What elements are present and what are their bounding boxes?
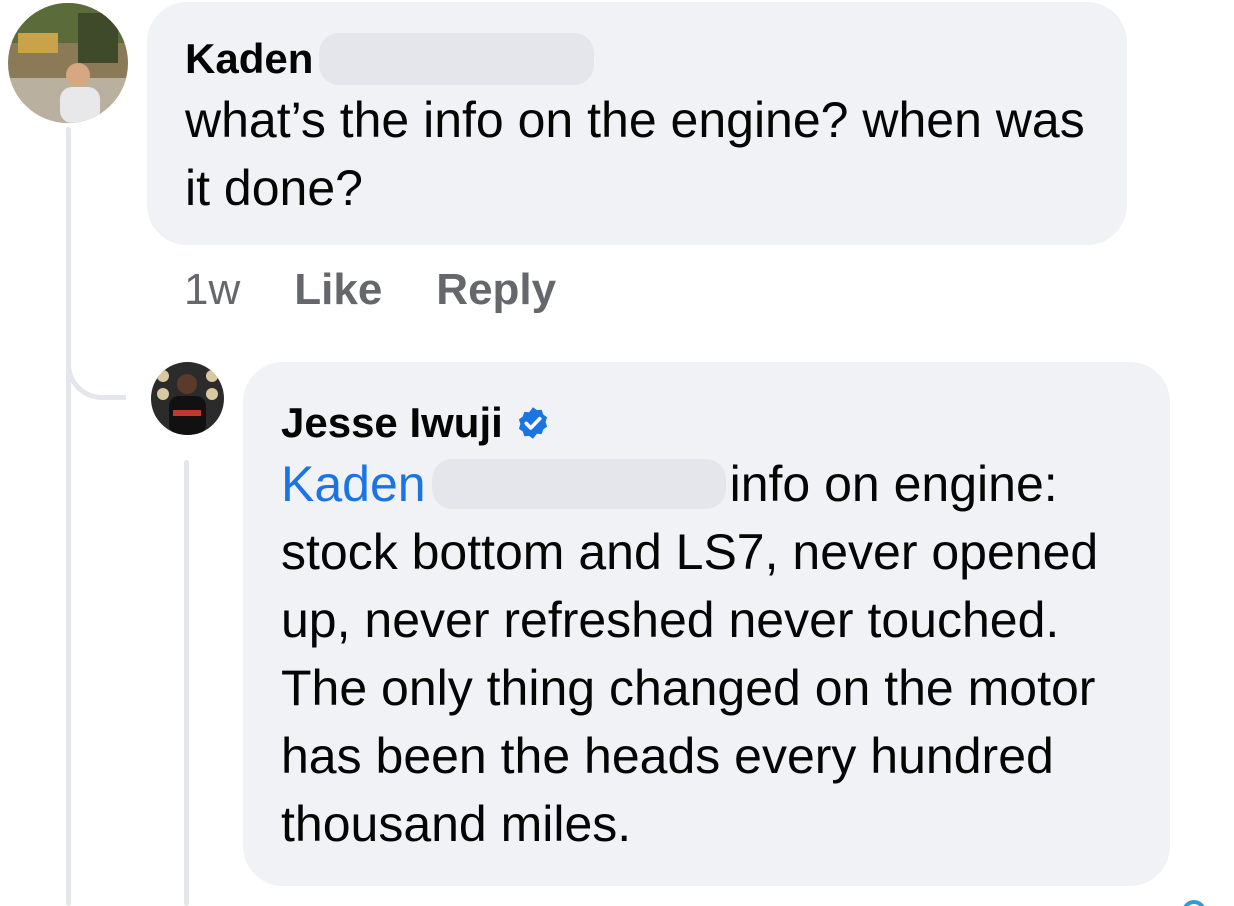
mention-link[interactable]: Kaden	[281, 456, 426, 512]
reply-bubble: Jesse Iwuji Kaden info on engine: stock b…	[243, 362, 1170, 886]
comment-actions: 1w Like Reply	[184, 262, 610, 318]
reply-author: Jesse Iwuji	[281, 396, 1132, 450]
reply-connector-line	[184, 460, 189, 906]
thread-connector-curve	[66, 300, 126, 400]
reply-text: info on engine: stock bottom and LS7, ne…	[281, 456, 1099, 852]
like-button[interactable]: Like	[294, 262, 382, 318]
avatar-kaden-image	[8, 3, 128, 123]
reply-button[interactable]: Reply	[436, 262, 556, 318]
comment-author: Kaden	[185, 32, 1089, 86]
avatar-kaden[interactable]	[8, 3, 128, 123]
reply-text-block: Kaden info on engine: stock bottom and LS…	[281, 450, 1132, 858]
avatar-jesse[interactable]	[151, 362, 224, 435]
comment-author-name[interactable]: Kaden	[185, 32, 313, 86]
thread-connector-line	[66, 127, 71, 906]
redacted-mention-surname	[431, 458, 726, 509]
comment-text: what’s the info on the engine? when was …	[185, 92, 1085, 216]
verified-badge-icon	[515, 405, 551, 441]
comment-bubble: Kaden what’s the info on the engine? whe…	[147, 2, 1127, 245]
partial-indicator-icon	[1182, 900, 1206, 906]
comment-thread: Kaden what’s the info on the engine? whe…	[0, 0, 1234, 906]
avatar-jesse-image	[151, 362, 224, 435]
reply-author-name[interactable]: Jesse Iwuji	[281, 396, 503, 450]
redacted-surname	[319, 33, 595, 85]
comment-timestamp[interactable]: 1w	[184, 262, 240, 318]
